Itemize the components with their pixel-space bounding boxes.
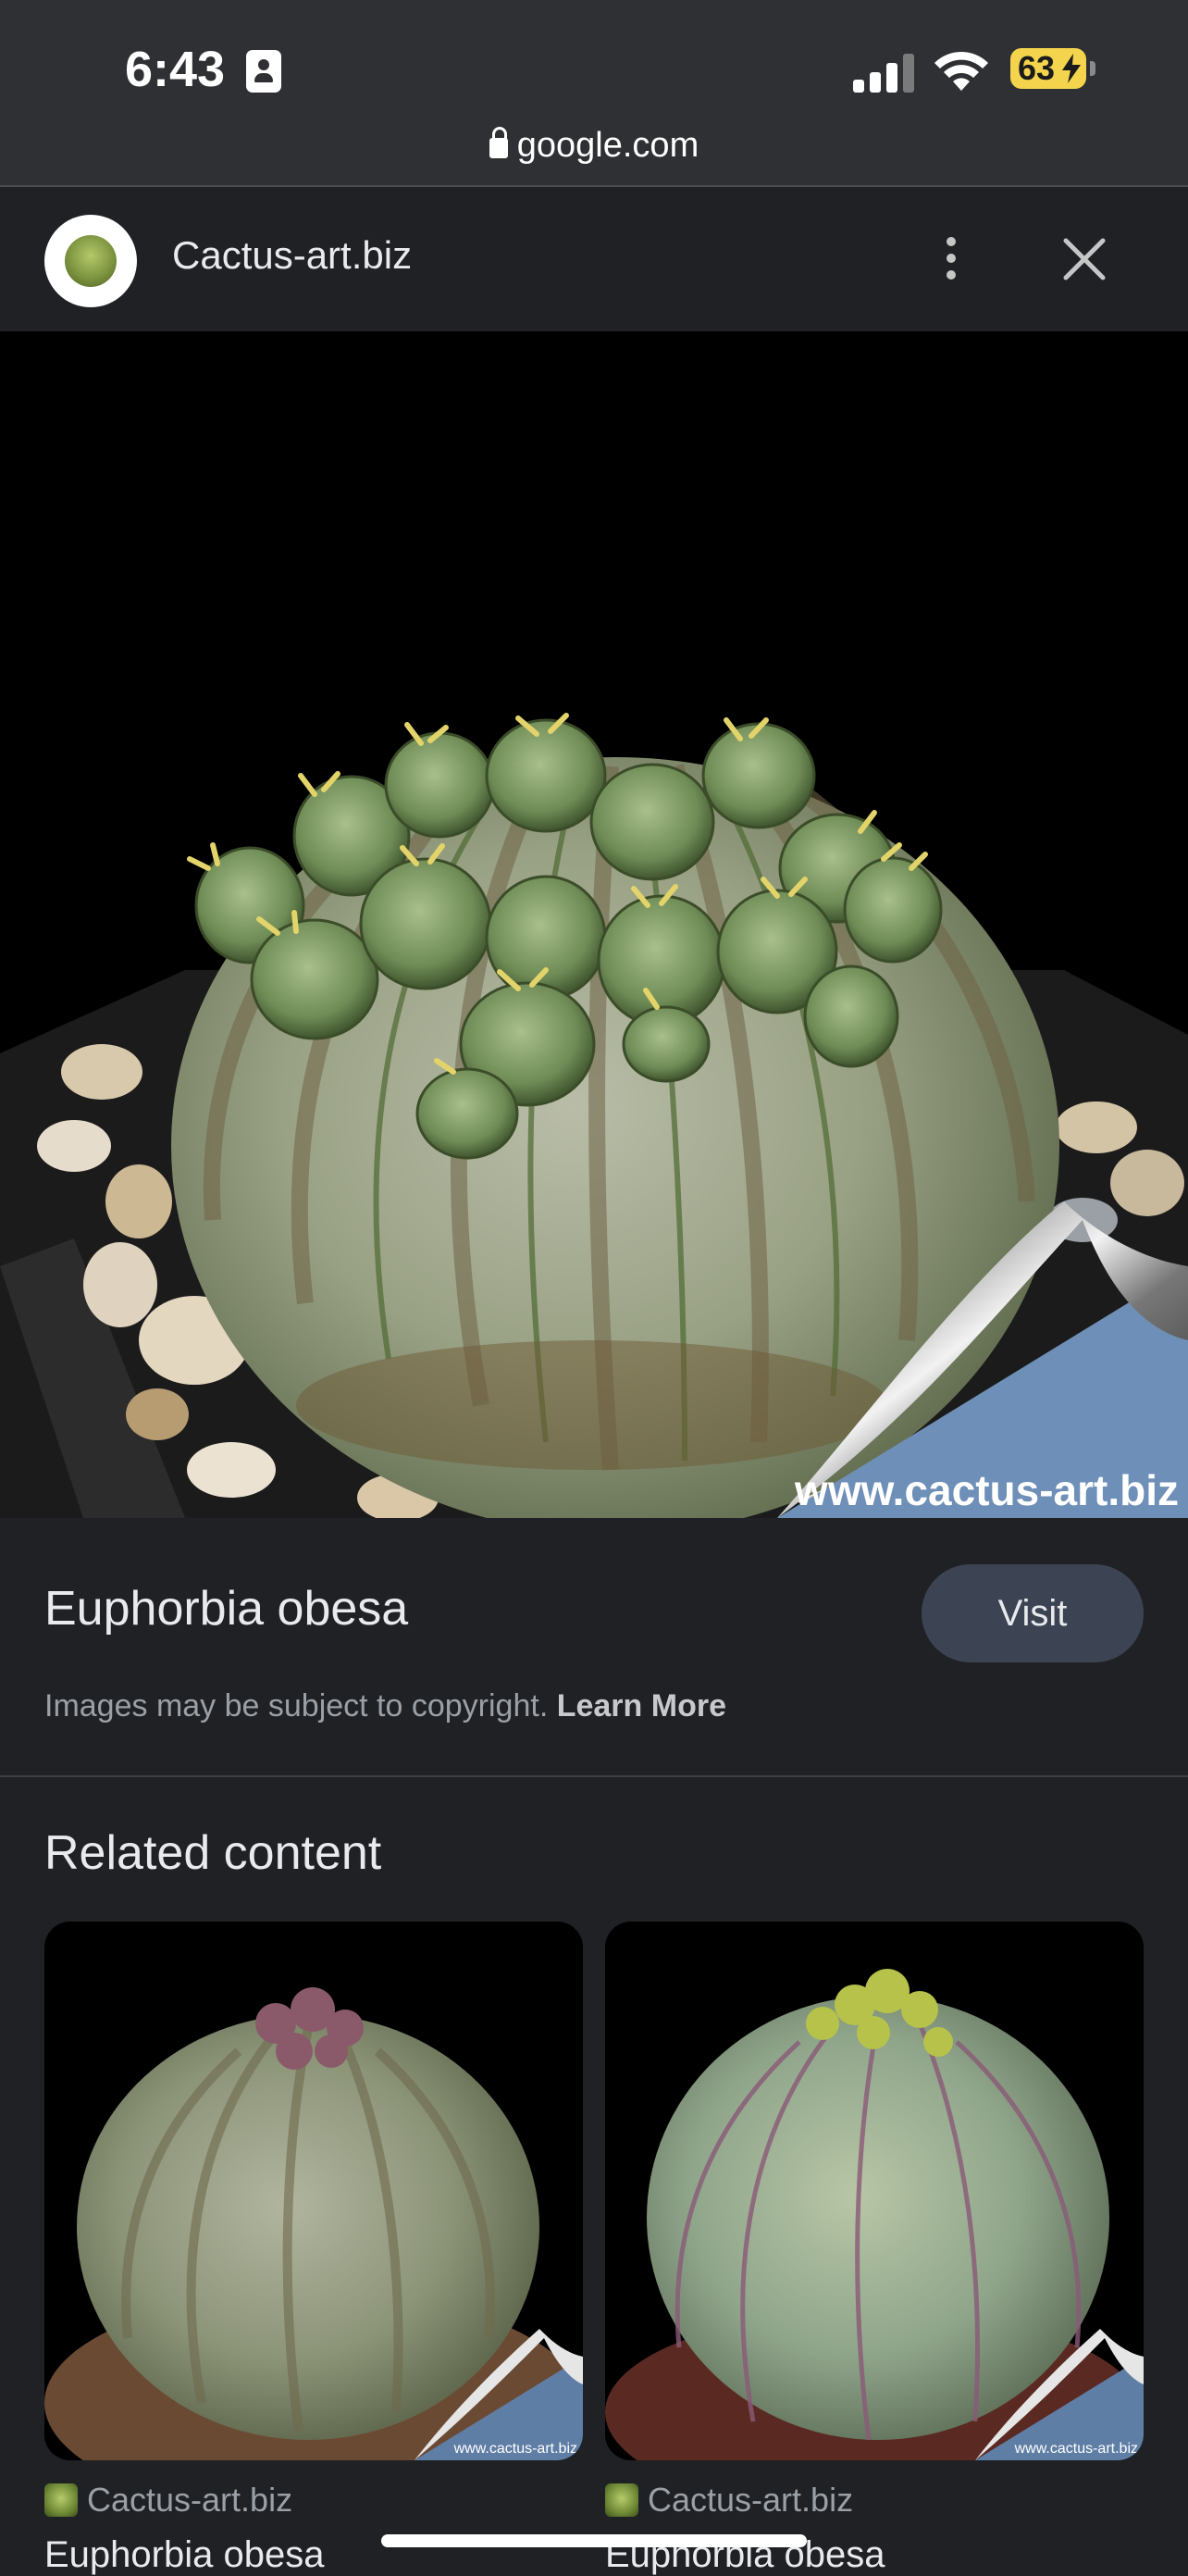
image-watermark: www.cactus-art.biz — [794, 1466, 1179, 1514]
learn-more-link[interactable]: Learn More — [557, 1688, 726, 1724]
battery-level: 63 — [1018, 49, 1056, 87]
card-watermark: www.cactus-art.biz — [453, 2441, 577, 2457]
related-card-1-image[interactable]: www.cactus-art.biz — [44, 1922, 583, 2460]
battery-icon: 63 — [1010, 48, 1086, 89]
card-source-label: Cactus-art.biz — [648, 2481, 854, 2519]
euphorbia-photo: www.cactus-art.biz — [0, 331, 1188, 1518]
related-photo-1: www.cactus-art.biz — [44, 1922, 583, 2460]
lock-icon — [489, 127, 508, 158]
related-photo-2: www.cactus-art.biz — [605, 1922, 1144, 2460]
wifi-icon — [934, 51, 988, 91]
person-icon — [246, 50, 281, 93]
site-logo — [65, 235, 117, 287]
divider — [0, 1775, 1188, 1777]
home-indicator[interactable] — [381, 2534, 807, 2547]
status-time: 6:43 — [125, 42, 226, 97]
copyright-text: Images may be subject to copyright. — [44, 1688, 549, 1724]
copyright-notice: Images may be subject to copyright. Lear… — [44, 1688, 726, 1724]
more-vert-icon[interactable] — [934, 226, 968, 291]
related-card-2-image[interactable]: www.cactus-art.biz — [605, 1922, 1144, 2460]
url-bar[interactable]: google.com — [0, 126, 1188, 172]
related-content-heading: Related content — [44, 1826, 382, 1880]
related-card-2-source[interactable]: Cactus-art.biz — [605, 2481, 853, 2520]
image-title[interactable]: Euphorbia obesa — [44, 1581, 408, 1636]
related-card-1-title[interactable]: Euphorbia obesa — [44, 2534, 324, 2576]
image-viewer-header: Cactus-art.biz — [0, 187, 1188, 331]
url-domain: google.com — [516, 126, 699, 165]
battery-tip — [1090, 61, 1095, 76]
status-bar: 6:43 63 google.com — [0, 0, 1188, 185]
site-favicon-icon — [605, 2483, 638, 2517]
site-favicon-icon — [44, 2483, 78, 2517]
card-watermark: www.cactus-art.biz — [1014, 2441, 1138, 2457]
visit-button[interactable]: Visit — [922, 1564, 1144, 1662]
site-avatar[interactable] — [44, 215, 137, 307]
main-image[interactable]: www.cactus-art.biz — [0, 331, 1188, 1518]
signal-icon — [853, 54, 914, 93]
charging-bolt-icon — [1062, 54, 1081, 83]
card-source-label: Cactus-art.biz — [87, 2481, 293, 2519]
site-name[interactable]: Cactus-art.biz — [172, 233, 412, 278]
close-icon[interactable] — [1060, 235, 1108, 283]
related-card-1-source[interactable]: Cactus-art.biz — [44, 2481, 292, 2520]
